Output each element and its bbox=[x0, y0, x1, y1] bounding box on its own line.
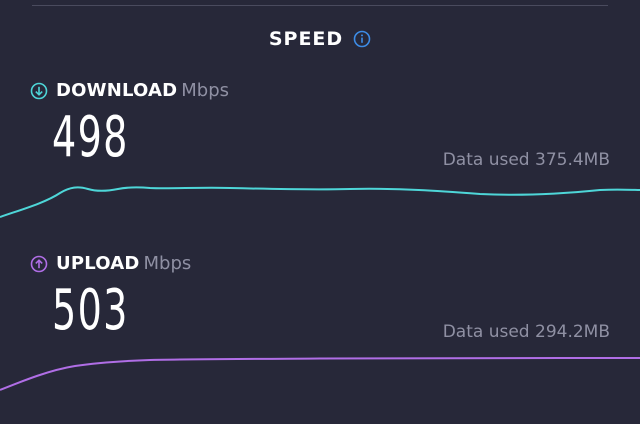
upload-data-used: Data used 294.2MB bbox=[442, 322, 610, 342]
upload-label-row: UPLOAD Mbps bbox=[30, 253, 191, 274]
download-label: DOWNLOAD bbox=[56, 80, 178, 101]
download-graph-line bbox=[0, 186, 640, 218]
upload-graph bbox=[0, 357, 640, 391]
upload-label: UPLOAD bbox=[56, 253, 140, 274]
upload-graph-line bbox=[0, 357, 640, 391]
upload-speed-value: 503 bbox=[52, 278, 129, 343]
arrow-down-circle-icon bbox=[30, 82, 48, 100]
download-speed-value: 498 bbox=[52, 105, 129, 170]
download-unit: Mbps bbox=[181, 80, 230, 101]
upload-unit: Mbps bbox=[143, 253, 192, 274]
download-graph bbox=[0, 186, 640, 218]
arrow-up-circle-icon bbox=[30, 255, 48, 273]
speed-header: SPEED bbox=[0, 28, 640, 50]
info-icon[interactable] bbox=[353, 30, 371, 48]
download-label-row: DOWNLOAD Mbps bbox=[30, 80, 229, 101]
top-divider bbox=[32, 5, 608, 6]
page-title: SPEED bbox=[268, 28, 344, 50]
download-data-used: Data used 375.4MB bbox=[442, 150, 610, 170]
